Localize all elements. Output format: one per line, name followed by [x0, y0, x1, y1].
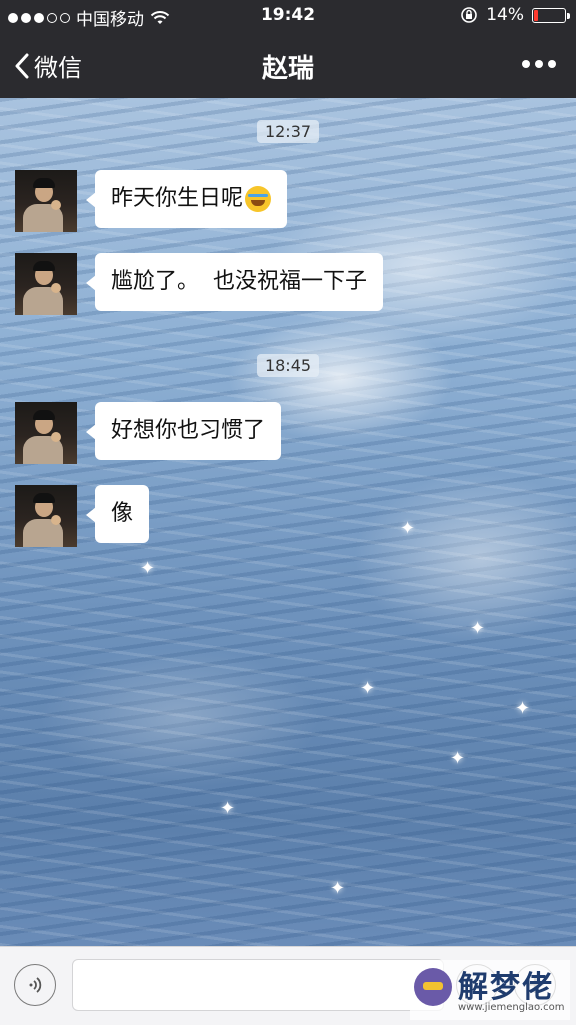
sparkle-decoration: ✦ — [450, 748, 466, 769]
more-dots-icon[interactable] — [522, 60, 556, 68]
sparkle-decoration: ✦ — [470, 618, 486, 639]
timestamp: 12:37 — [0, 120, 576, 143]
avatar[interactable] — [15, 485, 77, 547]
sparkle-decoration: ✦ — [140, 558, 156, 579]
message-bubble[interactable]: 好想你也习惯了 — [85, 402, 282, 460]
avatar[interactable] — [15, 402, 77, 464]
message-row: 尴尬了。 也没祝福一下子 — [15, 253, 383, 315]
chat-area[interactable]: ✦ ✦ ✦ ✦ ✦ ✦ ✦ ✦ 12:37 昨天你生日呢 尴尬了。 也没祝福一下… — [0, 98, 576, 946]
battery-icon — [532, 7, 570, 23]
battery-percent: 14% — [486, 5, 524, 25]
rotation-lock-icon — [461, 7, 478, 23]
timestamp: 18:45 — [0, 354, 576, 377]
sparkle-decoration: ✦ — [330, 878, 346, 899]
message-input[interactable] — [72, 959, 444, 1011]
message-row: 昨天你生日呢 — [15, 170, 288, 232]
watermark-title: 解梦佬 — [458, 970, 554, 1005]
avatar[interactable] — [15, 170, 77, 232]
status-right: 14% — [460, 5, 570, 25]
sparkle-decoration: ✦ — [220, 798, 236, 819]
watermark-url: www.jiemenglao.com — [458, 1002, 565, 1013]
message-row: 像 — [15, 485, 150, 547]
avatar[interactable] — [15, 253, 77, 315]
sparkle-decoration: ✦ — [515, 698, 531, 719]
battery-level — [534, 9, 538, 21]
nav-bar: 微信 赵瑞 — [0, 30, 576, 98]
sparkle-decoration: ✦ — [360, 678, 376, 699]
message-bubble[interactable]: 像 — [85, 485, 150, 543]
site-watermark: 解梦佬 www.jiemenglao.com — [410, 960, 570, 1020]
crying-laughing-emoji-icon — [245, 186, 272, 212]
message-bubble[interactable]: 尴尬了。 也没祝福一下子 — [86, 253, 383, 311]
message-row: 好想你也习惯了 — [15, 402, 282, 464]
message-bubble[interactable]: 昨天你生日呢 — [85, 170, 288, 228]
watermark-logo-icon — [414, 968, 452, 1006]
sparkle-decoration: ✦ — [400, 518, 416, 539]
chat-title: 赵瑞 — [261, 54, 314, 84]
voice-icon[interactable] — [14, 964, 56, 1006]
status-bar: 中国移动 19:42 14% — [0, 0, 576, 30]
